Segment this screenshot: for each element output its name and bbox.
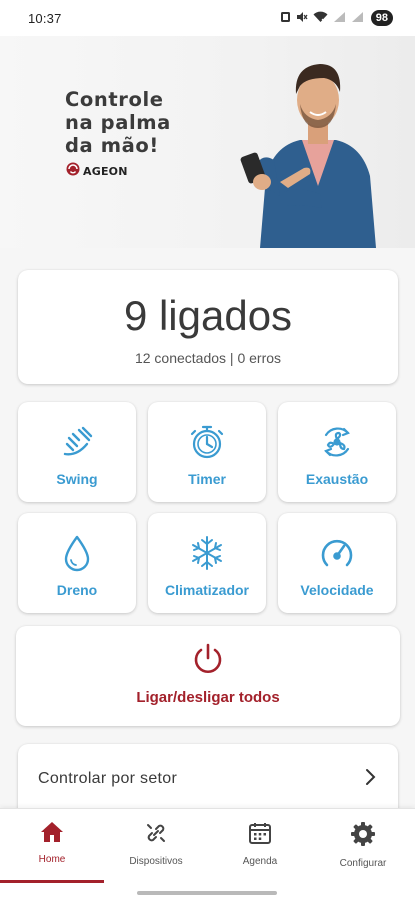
calendar-icon — [248, 821, 272, 850]
timer-label: Timer — [188, 471, 226, 487]
exhaust-label: Exaustão — [305, 471, 369, 487]
connection-status: 12 conectados | 0 erros — [134, 350, 282, 366]
nav-schedule-label: Agenda — [242, 856, 278, 867]
swing-button[interactable]: Swing — [18, 402, 136, 502]
brand-logo-icon — [66, 162, 80, 181]
nav-home[interactable]: Home — [0, 821, 104, 881]
swing-icon — [59, 422, 95, 462]
summary-card: 9 ligados 12 conectados | 0 erros — [18, 270, 398, 384]
timer-icon — [188, 422, 226, 462]
gear-icon — [350, 821, 376, 852]
battery-badge: 98 — [370, 10, 393, 26]
cooler-button[interactable]: Climatizador — [148, 513, 266, 613]
nav-settings[interactable]: Configurar — [311, 821, 415, 881]
nav-home-label: Home — [38, 854, 66, 865]
main-content: 9 ligados 12 conectados | 0 erros Swing … — [0, 248, 415, 814]
speedometer-icon — [318, 533, 356, 573]
status-time: 10:37 — [28, 10, 62, 26]
power-all-label: Ligar/desligar todos — [136, 689, 280, 706]
power-icon — [191, 642, 225, 681]
nav-schedule[interactable]: Agenda — [208, 821, 312, 881]
bottom-navigation: Home Dispositivos Agenda Configurar — [0, 808, 415, 900]
link-icon — [144, 821, 168, 850]
signal-icon — [333, 11, 346, 26]
power-all-button[interactable]: Ligar/desligar todos — [16, 626, 400, 726]
devices-on-count: 9 ligados — [123, 292, 293, 339]
nav-devices[interactable]: Dispositivos — [104, 821, 208, 881]
brand-logo: AGEON — [66, 162, 128, 181]
nav-settings-label: Configurar — [339, 858, 387, 869]
promo-banner: Controle na palma da mão! AGEON — [0, 36, 415, 248]
nfc-icon — [280, 11, 291, 26]
chevron-right-icon — [364, 768, 376, 791]
speed-button[interactable]: Velocidade — [278, 513, 396, 613]
person-illustration — [240, 64, 376, 248]
wifi-icon — [313, 11, 328, 26]
sector-control-row[interactable]: Controlar por setor — [18, 744, 398, 814]
timer-button[interactable]: Timer — [148, 402, 266, 502]
swing-label: Swing — [56, 471, 98, 487]
drain-button[interactable]: Dreno — [18, 513, 136, 613]
banner-headline: Controle na palma da mão! — [65, 88, 171, 157]
speed-label: Velocidade — [300, 582, 374, 598]
drain-label: Dreno — [56, 582, 98, 598]
cooler-label: Climatizador — [164, 582, 249, 598]
snowflake-icon — [188, 533, 226, 573]
signal-icon-2 — [351, 11, 364, 26]
mute-icon — [296, 11, 308, 26]
sector-control-label: Controlar por setor — [38, 770, 178, 787]
status-bar: 10:37 98 — [0, 0, 415, 36]
nav-devices-label: Dispositivos — [129, 856, 183, 867]
brand-name: AGEON — [83, 165, 128, 178]
drop-icon — [62, 533, 92, 573]
exhaust-button[interactable]: Exaustão — [278, 402, 396, 502]
active-tab-indicator — [0, 880, 104, 883]
home-gesture-bar[interactable] — [137, 891, 277, 895]
home-icon — [40, 821, 64, 848]
exhaust-fan-icon — [318, 422, 356, 462]
status-icons: 98 — [280, 10, 393, 26]
